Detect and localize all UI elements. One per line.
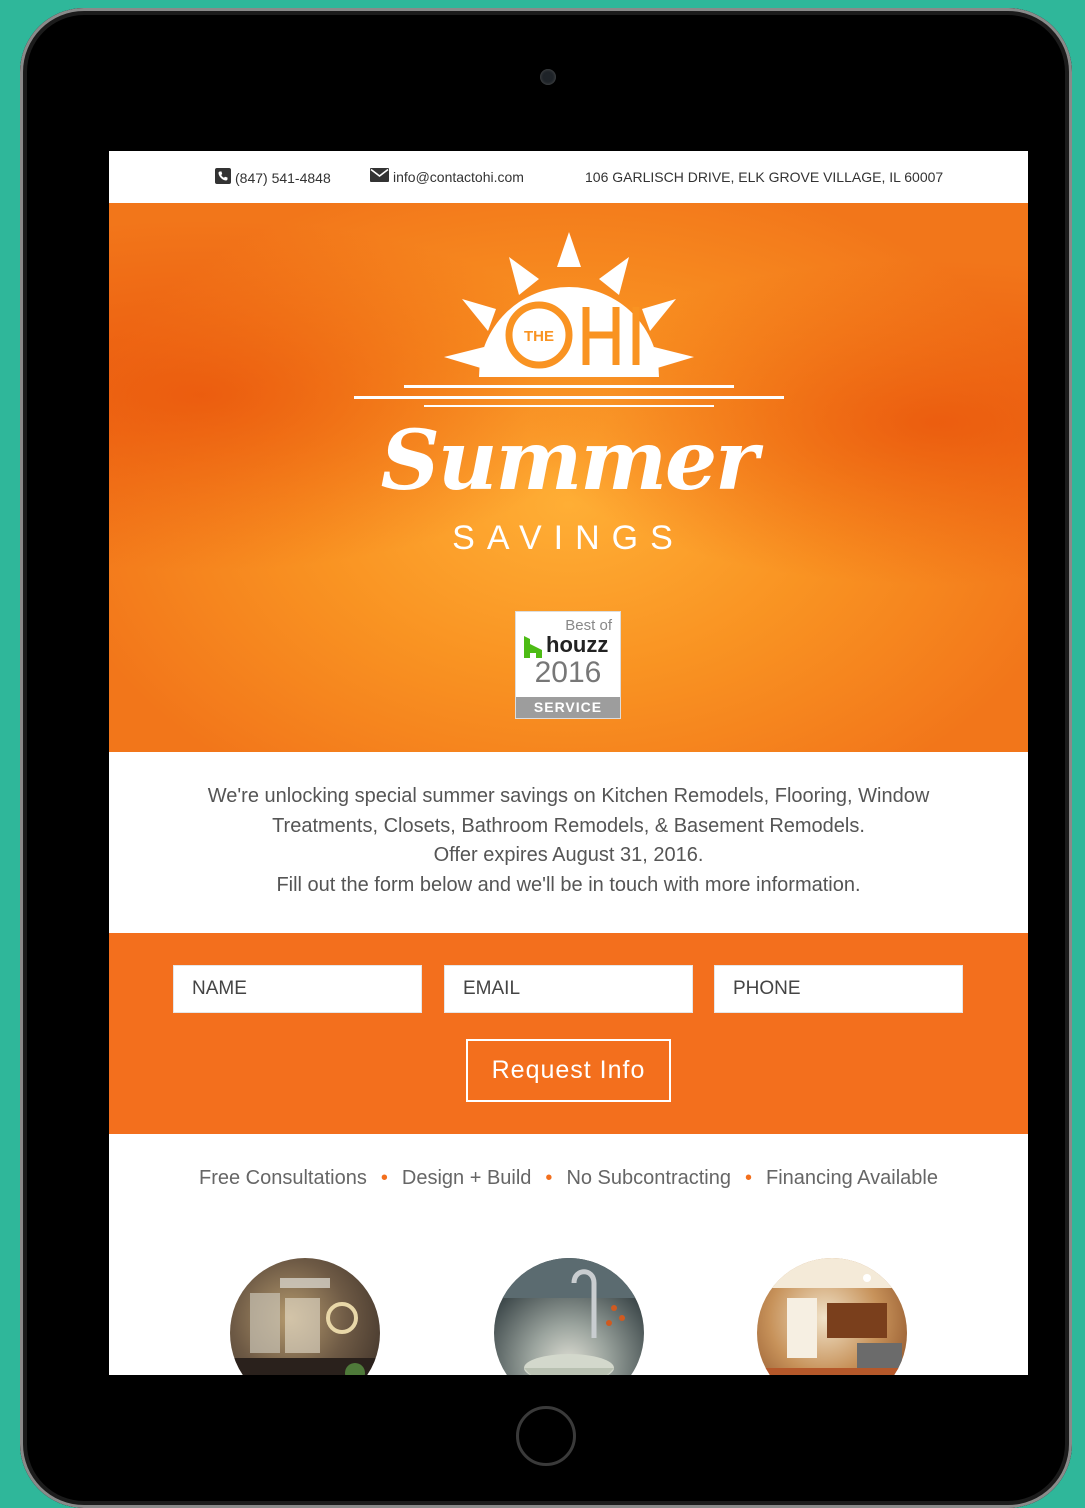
email-input[interactable]: EMAIL <box>444 965 693 1013</box>
summer-headline: Summer <box>380 413 759 509</box>
street-address: 106 GARLISCH DRIVE, ELK GROVE VILLAGE, I… <box>585 169 944 185</box>
feature-item: Design + Build <box>401 1167 532 1189</box>
tablet-frame: (847) 541-4848 info@contactohi.com 106 G… <box>20 8 1072 1508</box>
ohi-sun-logo: THE <box>354 227 784 422</box>
name-input[interactable]: NAME <box>173 965 422 1013</box>
request-form: NAME EMAIL PHONE Request Info <box>109 933 1028 1134</box>
phone-number: (847) 541-4848 <box>235 169 331 186</box>
intro-line: Offer expires August 31, 2016. <box>433 844 704 866</box>
basement-remodel-image[interactable] <box>757 1258 907 1375</box>
feature-item: Financing Available <box>766 1167 938 1189</box>
badge-year: 2016 <box>534 656 602 689</box>
bullet-separator: • <box>545 1167 553 1189</box>
intro-line: Treatments, Closets, Bathroom Remodels, … <box>272 814 865 837</box>
envelope-icon <box>370 168 389 185</box>
features-list: Free Consultations • Design + Build • No Sub… <box>109 1167 1028 1190</box>
request-info-button[interactable]: Request Info <box>466 1039 671 1102</box>
home-button[interactable] <box>516 1406 576 1466</box>
contact-bar: (847) 541-4848 info@contactohi.com 106 G… <box>109 151 1028 203</box>
logo-small-text: THE <box>524 328 554 345</box>
badge-label: SERVICE <box>516 697 620 718</box>
feature-item: No Subcontracting <box>566 1167 731 1189</box>
hero-banner: THE Summer SAVINGS Best of houzz 2016 SE… <box>109 203 1028 752</box>
feature-item: Free Consultations <box>199 1167 367 1189</box>
email-address: info@contactohi.com <box>393 168 524 185</box>
bullet-separator: • <box>744 1167 752 1189</box>
bullet-separator: • <box>380 1167 388 1189</box>
bathroom-remodel-image[interactable] <box>494 1258 644 1375</box>
badge-brand: houzz <box>546 632 609 657</box>
kitchen-remodel-image[interactable] <box>230 1258 380 1375</box>
intro-line: Fill out the form below and we'll be in … <box>276 873 861 896</box>
web-page: (847) 541-4848 info@contactohi.com 106 G… <box>109 151 1028 1375</box>
savings-subheadline: SAVINGS <box>452 519 685 557</box>
intro-text: We're unlocking special summer savings o… <box>109 782 1028 900</box>
phone-icon <box>215 168 231 187</box>
email-link[interactable]: info@contactohi.com <box>370 168 524 185</box>
front-camera <box>540 69 556 85</box>
phone-link[interactable]: (847) 541-4848 <box>215 168 331 187</box>
phone-input[interactable]: PHONE <box>714 965 963 1013</box>
intro-line: We're unlocking special summer savings o… <box>207 785 930 807</box>
houzz-badge[interactable]: Best of houzz 2016 SERVICE <box>515 611 621 719</box>
